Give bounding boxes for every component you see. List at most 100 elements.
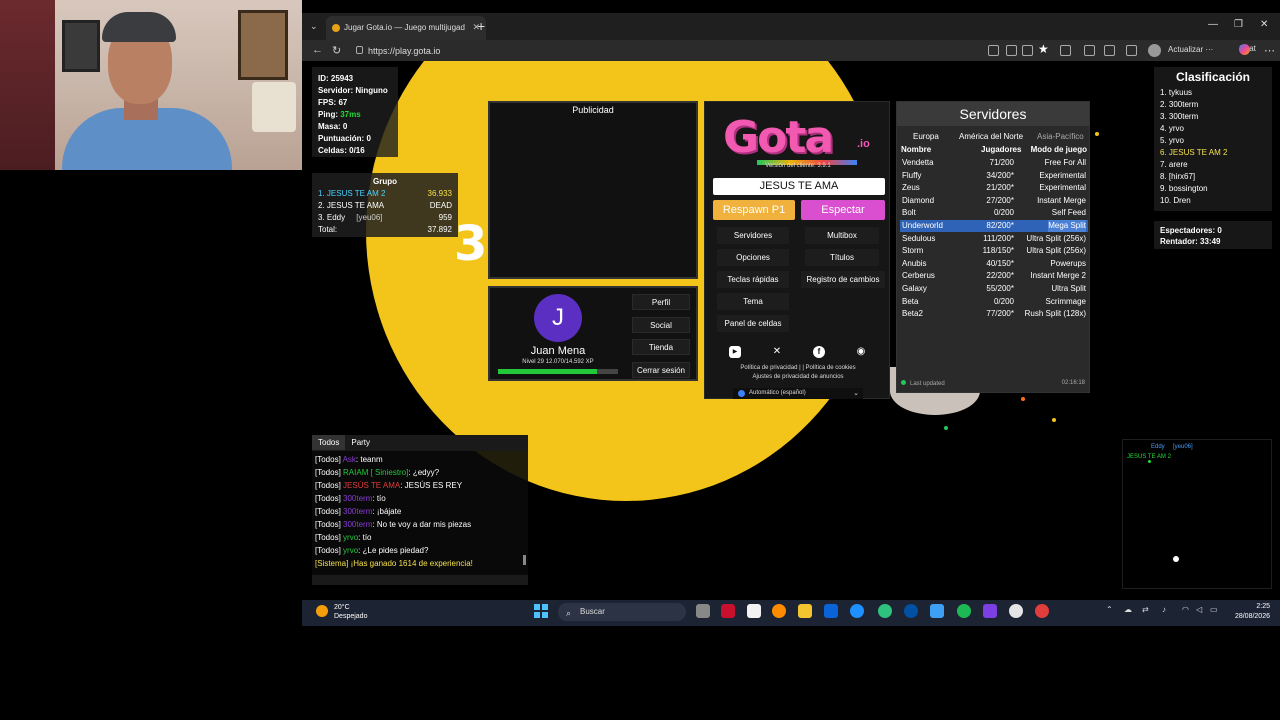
shop-button[interactable]: Tienda	[632, 339, 690, 355]
edge-icon[interactable]	[878, 604, 892, 618]
chat-tab-all[interactable]: Todos	[312, 435, 346, 450]
favorite-star-icon[interactable]: ★	[1038, 42, 1049, 56]
notepad-icon[interactable]	[930, 604, 944, 618]
tray-chevron-icon[interactable]: ⌃	[1106, 605, 1113, 614]
chat-username[interactable]: 300term	[343, 507, 372, 516]
server-row[interactable]: Anubis 40/150* Powerups	[900, 258, 1088, 270]
logout-button[interactable]: Cerrar sesión	[632, 362, 690, 378]
server-row[interactable]: Fluffy 34/200* Experimental	[900, 170, 1088, 182]
chat-username[interactable]: RAIAM [ Siniestro]	[343, 468, 408, 477]
discord-icon[interactable]: ◉	[855, 346, 867, 358]
hp-icon[interactable]	[904, 604, 918, 618]
chrome-icon[interactable]	[1035, 604, 1049, 618]
split-screen-icon[interactable]	[1084, 45, 1095, 56]
spectate-button[interactable]: Espectar	[801, 200, 885, 220]
store-icon[interactable]	[747, 604, 761, 618]
language-select[interactable]: Automático (español) ⌄	[733, 388, 863, 399]
x-twitter-icon[interactable]: ✕	[771, 346, 783, 358]
youtube-icon[interactable]: ▶	[729, 346, 741, 358]
options-button[interactable]: Opciones	[717, 249, 789, 266]
ad-privacy-link[interactable]: Ajustes de privacidad de anuncios	[705, 374, 891, 380]
theme-button[interactable]: Tema	[717, 293, 789, 310]
server-name: Fluffy	[902, 170, 922, 180]
copilot-app-icon[interactable]	[772, 604, 786, 618]
translate-icon[interactable]	[988, 45, 999, 56]
microphone-icon[interactable]: ♪	[1162, 605, 1166, 614]
back-icon[interactable]: ←	[312, 44, 323, 56]
battery-icon[interactable]: ▭	[1210, 605, 1218, 614]
chat-tab-party[interactable]: Party	[345, 435, 376, 450]
servers-button[interactable]: Servidores	[717, 227, 789, 244]
server-row[interactable]: Vendetta 71/200 Free For All	[900, 157, 1088, 169]
server-row[interactable]: Storm 118/150* Ultra Split (256x)	[900, 245, 1088, 257]
new-tab-icon[interactable]: +	[477, 18, 485, 34]
chat-scrollbar[interactable]	[523, 555, 526, 565]
chat-input[interactable]	[312, 575, 528, 585]
privacy-links[interactable]: Política de privacidad | | Política de c…	[705, 365, 891, 371]
region-tab-asia-pacific[interactable]: Asia-Pacífico	[1037, 132, 1084, 141]
mail-icon[interactable]	[824, 604, 838, 618]
maximize-icon[interactable]: ❐	[1234, 19, 1243, 30]
favorites-icon[interactable]	[1104, 45, 1115, 56]
media-player-icon[interactable]	[1009, 604, 1023, 618]
weather-moon-icon[interactable]	[316, 605, 328, 617]
read-mode-icon[interactable]	[1022, 45, 1033, 56]
sync-icon[interactable]: ⇄	[1142, 605, 1149, 614]
game-canvas[interactable]: 3 ID: 25943 Servidor: Ninguno FPS: 67 Pi…	[302, 61, 1280, 600]
url-field[interactable]: https://play.gota.io	[356, 43, 956, 59]
profile-button[interactable]: Perfil	[632, 294, 690, 310]
more-options-icon[interactable]: ⋯	[1264, 44, 1275, 57]
multibox-button[interactable]: Multibox	[805, 227, 879, 244]
copilot-chat-button[interactable]: Chat	[1224, 44, 1256, 55]
chat-username[interactable]: 300term	[343, 494, 372, 503]
help-icon[interactable]	[850, 604, 864, 618]
mcafee-icon[interactable]	[721, 604, 735, 618]
chat-username[interactable]: yrvo	[343, 546, 358, 555]
chat-username[interactable]: JESÚS TE AMA	[343, 481, 400, 490]
chat-username[interactable]: 300term	[343, 520, 372, 529]
user-avatar[interactable]: J	[534, 294, 582, 342]
weather-widget[interactable]: 20°C Despejado	[334, 603, 367, 621]
server-row[interactable]: Galaxy 55/200* Ultra Split	[900, 283, 1088, 295]
tab-list-icon[interactable]: ⌄	[310, 21, 318, 32]
extensions-icon[interactable]	[1060, 45, 1071, 56]
minimize-icon[interactable]: —	[1208, 19, 1218, 30]
cloud-icon[interactable]: ☁	[1124, 605, 1132, 614]
server-row[interactable]: Beta 0/200 Scrimmage	[900, 296, 1088, 308]
task-view-icon[interactable]	[696, 604, 710, 618]
cell-panel-button[interactable]: Panel de celdas	[717, 315, 789, 332]
profile-avatar-icon[interactable]	[1148, 44, 1161, 57]
system-clock[interactable]: 2:25 28/08/2026	[1230, 602, 1270, 622]
hotkeys-button[interactable]: Teclas rápidas	[717, 271, 789, 288]
server-row[interactable]: Zeus 21/200* Experimental	[900, 182, 1088, 194]
server-row[interactable]: Bolt 0/200 Self Feed	[900, 207, 1088, 219]
tracking-icon[interactable]	[1006, 45, 1017, 56]
reload-icon[interactable]: ↻	[332, 44, 341, 57]
volume-icon[interactable]: ◁	[1196, 605, 1202, 614]
file-explorer-icon[interactable]	[798, 604, 812, 618]
taskbar-search[interactable]: ⌕ Buscar	[558, 603, 686, 621]
browser-tab[interactable]: Jugar Gota.io — Juego multijugad ✕	[326, 16, 486, 40]
spotify-icon[interactable]	[957, 604, 971, 618]
windows-start-icon[interactable]	[534, 604, 548, 618]
titles-button[interactable]: Títulos	[805, 249, 879, 266]
server-row[interactable]: Sedulous 111/200* Ultra Split (256x)	[900, 233, 1088, 245]
nickname-input[interactable]: JESUS TE AMA	[713, 178, 885, 195]
chat-username[interactable]: Ask	[343, 455, 356, 464]
app-icon[interactable]	[983, 604, 997, 618]
social-button[interactable]: Social	[632, 317, 690, 333]
wifi-icon[interactable]: ◠	[1182, 605, 1189, 614]
region-tab-north-america[interactable]: América del Norte	[959, 132, 1023, 141]
chat-username[interactable]: yrvo	[343, 533, 358, 542]
server-row[interactable]: Diamond 27/200* Instant Merge	[900, 195, 1088, 207]
changelog-button[interactable]: Registro de cambios	[801, 271, 885, 288]
facebook-icon[interactable]: f	[813, 346, 825, 358]
server-row[interactable]: Underworld 82/200* Mega Split	[900, 220, 1088, 232]
server-row[interactable]: Beta2 77/200* Rush Split (128x)	[900, 308, 1088, 320]
update-button[interactable]: Actualizar ···	[1168, 45, 1213, 54]
server-row[interactable]: Cerberus 22/200* Instant Merge 2	[900, 270, 1088, 282]
close-window-icon[interactable]: ✕	[1260, 19, 1268, 30]
history-icon[interactable]	[1126, 45, 1137, 56]
region-tab-europe[interactable]: Europa	[913, 132, 939, 141]
respawn-button[interactable]: Respawn P1	[713, 200, 795, 220]
